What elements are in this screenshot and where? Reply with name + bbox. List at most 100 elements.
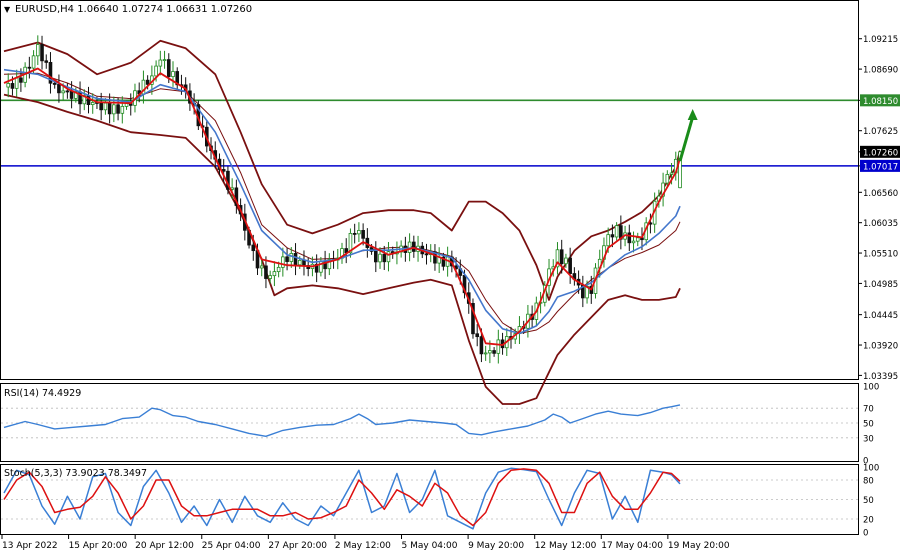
candle-body	[40, 44, 44, 62]
rsi-tick-label: 50	[863, 420, 874, 430]
price-tick-label: 1.08690	[863, 66, 898, 76]
price-tick-label: 1.06560	[863, 189, 898, 199]
candle-body	[614, 225, 619, 238]
candle-body	[610, 234, 615, 238]
candle-body	[276, 266, 281, 273]
candle-body	[483, 352, 488, 355]
candle-body	[52, 82, 57, 85]
candle-body	[221, 169, 226, 172]
candle-body	[319, 260, 323, 273]
candle-body	[665, 174, 670, 184]
trading-chart[interactable]: 100 70 50 30 0 100 80 50 20 0 1.09215 1.08690 1.08…	[0, 0, 900, 554]
time-axis: 13 Apr 2022 15 Apr 20:00 20 Apr 12:00 25 Ap…	[1, 535, 730, 551]
time-tick-label: 15 Apr 20:00	[69, 541, 128, 551]
price-tag-label: 1.07017	[863, 162, 898, 172]
candle-body	[669, 172, 674, 175]
candle-body	[352, 233, 357, 235]
stoch-tick-label: 50	[863, 496, 874, 506]
price-tick-label: 1.04985	[863, 280, 898, 290]
time-tick-label: 27 Apr 20:00	[268, 541, 327, 551]
time-tick-label: 20 Apr 12:00	[135, 541, 194, 551]
stoch-label: Stoch(5,3,3) 73.9023 78.3497	[4, 468, 147, 479]
time-tick-label: 12 May 12:00	[535, 541, 597, 551]
candle-body	[373, 250, 378, 263]
candle-body	[268, 275, 272, 279]
candle-body	[635, 237, 640, 242]
rsi-label: RSI(14) 74.4929	[4, 388, 81, 399]
candle-body	[357, 230, 361, 235]
candle-body	[10, 83, 15, 89]
stoch-tick-label: 100	[863, 464, 879, 474]
candle-body	[272, 271, 277, 277]
candle-body	[90, 102, 95, 105]
candle-body	[19, 77, 23, 83]
candle-body	[65, 90, 70, 93]
candle-body	[120, 106, 125, 114]
rsi-tick-label: 30	[863, 434, 874, 444]
candle-body	[407, 241, 412, 253]
price-pane-frame	[0, 0, 859, 380]
rsi-tick-label: 70	[863, 405, 874, 415]
time-tick-label: 5 May 04:00	[402, 541, 458, 551]
candle-body	[496, 339, 501, 354]
candle-body	[559, 249, 564, 265]
candle-body	[479, 336, 484, 355]
price-tick-label: 1.03395	[863, 372, 898, 382]
candle-body	[281, 256, 285, 268]
candle-body	[14, 77, 19, 89]
time-tick-label: 9 May 20:00	[468, 541, 524, 551]
candle-body	[251, 244, 256, 252]
candle-body	[31, 55, 36, 69]
price-axis: 1.09215 1.08690 1.08150 1.07625 1.07260 1.070…	[858, 35, 900, 382]
stoch-tick-label: 80	[863, 477, 874, 487]
candle-body	[631, 240, 636, 244]
candle-body	[302, 259, 306, 266]
price-tag-label: 1.08150	[863, 97, 898, 107]
candle-body	[107, 102, 112, 115]
candle-body	[61, 90, 65, 94]
price-tick-label: 1.07625	[863, 127, 898, 137]
candle-body	[492, 350, 496, 354]
candle-body	[162, 59, 167, 62]
stoch-tick-label: 20	[863, 516, 874, 526]
price-tag-label: 1.07260	[863, 148, 898, 158]
candle-body	[627, 232, 632, 244]
candle-body	[488, 350, 492, 354]
rsi-tick-label: 100	[863, 383, 879, 393]
candle-body	[475, 333, 479, 338]
candle-body	[158, 59, 163, 67]
candle-body	[99, 102, 103, 111]
candle-body	[6, 83, 11, 88]
candle-body	[103, 102, 108, 111]
candle-body	[57, 84, 61, 94]
candle-body	[361, 230, 365, 239]
candle-body	[382, 253, 387, 263]
chart-canvas[interactable]: 1007050300 1008050200 1.092151.086901.08…	[0, 0, 900, 554]
price-tick-label: 1.06035	[863, 219, 898, 229]
candle-body	[424, 253, 429, 256]
candle-body	[145, 79, 150, 85]
candle-body	[564, 257, 568, 265]
candle-body	[171, 71, 175, 78]
rsi-pane-frame	[0, 383, 859, 462]
candle-body	[412, 241, 416, 252]
candle-body	[36, 44, 40, 57]
price-tick-label: 1.03920	[863, 342, 898, 352]
candle-body	[378, 253, 382, 263]
candle-body	[69, 90, 74, 99]
price-tick-label: 1.09215	[863, 35, 898, 45]
candle-body	[264, 265, 268, 279]
symbol-info: EURUSD,H4 1.06640 1.07274 1.06631 1.0726…	[15, 4, 252, 15]
candle-body	[297, 259, 302, 266]
candle-body	[44, 60, 49, 63]
candle-body	[606, 234, 610, 247]
candle-body	[166, 59, 171, 78]
candle-body	[154, 65, 158, 77]
candle-body	[112, 104, 116, 115]
price-tick-label: 1.05510	[863, 250, 898, 260]
candle-body	[289, 253, 294, 262]
collapse-icon[interactable]: ▼	[4, 5, 11, 14]
stoch-tick-label: 0	[863, 529, 868, 539]
price-tick-label: 1.04445	[863, 311, 898, 321]
time-tick-label: 19 May 20:00	[668, 541, 730, 551]
